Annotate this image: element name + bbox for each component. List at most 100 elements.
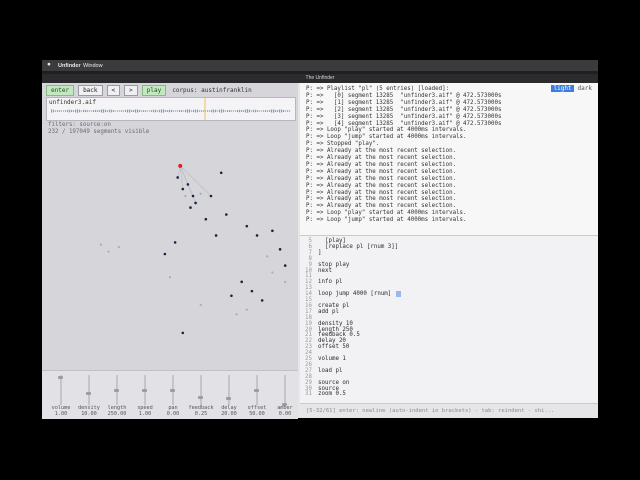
segment-point[interactable] [230, 294, 233, 298]
waveform-view[interactable]: unfinder3.aif [46, 97, 296, 121]
slider-knob[interactable] [170, 389, 175, 392]
segment-point[interactable] [184, 194, 187, 198]
slider-length[interactable]: length 250.00 [104, 373, 130, 417]
waveform-bar [267, 110, 269, 112]
code-line[interactable]: load pl [318, 368, 342, 374]
code-line[interactable]: offset 50 [318, 344, 349, 350]
segment-point[interactable] [163, 252, 167, 256]
play-button[interactable]: play [141, 84, 167, 96]
code-line[interactable]: info pl [318, 279, 342, 285]
prev-button[interactable]: < [106, 84, 121, 96]
slider-knob[interactable] [198, 396, 203, 399]
segment-point[interactable] [194, 201, 197, 205]
slider-track[interactable] [88, 375, 90, 405]
slider-track[interactable] [284, 375, 286, 405]
waveform-bar [173, 110, 175, 112]
slider-value: 250.00 [107, 410, 127, 417]
code-line[interactable]: ] [318, 250, 322, 256]
waveform-bar [207, 110, 209, 112]
waveform-bar [51, 109, 53, 113]
segment-point[interactable] [204, 217, 208, 221]
segment-point[interactable] [117, 245, 120, 249]
menu-window[interactable]: Window [83, 63, 103, 69]
segment-point[interactable] [260, 299, 264, 302]
segment-point[interactable] [240, 280, 243, 284]
segment-point[interactable] [245, 224, 249, 228]
waveform-bar [227, 110, 229, 112]
dark-theme-button[interactable]: dark [576, 85, 594, 92]
segment-point[interactable] [199, 192, 202, 195]
slider-feedback[interactable]: feedback 0.25 [188, 373, 214, 417]
segment-point[interactable] [173, 241, 177, 244]
log-line: P: => Loop "play" started at 4000ms inte… [306, 210, 467, 217]
segment-point[interactable] [271, 271, 274, 274]
slider-track[interactable] [60, 375, 62, 405]
segment-point[interactable] [255, 234, 259, 237]
segment-point[interactable] [181, 331, 185, 335]
slider-label: amber 0.00 [272, 405, 298, 417]
segment-point[interactable] [186, 183, 190, 186]
code-line[interactable]: [replace pl [rnum 3]] [318, 244, 398, 250]
segment-point[interactable] [283, 264, 287, 267]
segment-point[interactable] [266, 255, 269, 258]
segment-point[interactable] [250, 289, 254, 293]
code-line[interactable]: zoom 0.5 [318, 391, 346, 397]
segment-point[interactable] [176, 176, 179, 179]
waveform-bar [127, 109, 129, 113]
segment-point[interactable] [214, 234, 218, 237]
segment-point[interactable] [278, 248, 282, 251]
segment-point[interactable] [181, 187, 185, 191]
enter-button[interactable]: enter [46, 84, 75, 96]
waveform-bar [231, 110, 233, 112]
apple-icon[interactable]: ● [47, 61, 51, 68]
slider-knob[interactable] [226, 397, 231, 401]
waveform-bar [73, 110, 75, 112]
waveform-bar [221, 109, 223, 113]
slider-knob[interactable] [142, 389, 147, 392]
slider-delay[interactable]: delay 20.00 [216, 373, 242, 417]
slider-knob[interactable] [114, 389, 119, 392]
line-number: 31 [305, 391, 312, 398]
slider-knob[interactable] [58, 376, 63, 380]
back-button[interactable]: back [78, 84, 103, 96]
code-line[interactable]: next [318, 268, 332, 274]
slider-density[interactable]: density 10.00 [76, 373, 102, 417]
slider-offset[interactable]: offset 50.00 [244, 373, 270, 417]
waveform-bar [109, 109, 111, 113]
waveform-bar [123, 110, 125, 112]
code-line[interactable]: add pl [318, 309, 339, 315]
waveform-bar [283, 109, 285, 113]
segment-point[interactable] [271, 229, 274, 233]
code-line[interactable]: loop jump 4000 [rnum] [318, 291, 391, 297]
waveform-bar [77, 109, 79, 113]
code-line[interactable]: volume 1 [318, 356, 346, 362]
segment-point[interactable] [199, 303, 202, 307]
slider-label: density 10.00 [76, 405, 102, 417]
selected-segment-point[interactable] [178, 163, 183, 168]
next-button[interactable]: > [124, 84, 138, 96]
light-theme-button[interactable]: light [551, 85, 574, 92]
segment-point[interactable] [219, 171, 223, 175]
slider-track[interactable] [200, 375, 202, 405]
slider-speed[interactable]: speed 1.00 [132, 373, 158, 417]
slider-track[interactable] [228, 375, 230, 405]
slider-volume[interactable]: volume 1.00 [48, 373, 74, 417]
segment-point[interactable] [284, 280, 287, 283]
segment-point[interactable] [225, 213, 228, 216]
segment-point[interactable] [99, 243, 102, 246]
segment-point[interactable] [168, 276, 172, 279]
segment-point[interactable] [189, 206, 192, 209]
slider-knob[interactable] [254, 389, 259, 392]
segment-point[interactable] [245, 308, 248, 311]
segment-point[interactable] [235, 313, 238, 316]
segment-point[interactable] [107, 250, 110, 253]
slider-knob[interactable] [86, 391, 91, 395]
menu-app[interactable]: Unfinder [58, 63, 81, 69]
segment-point[interactable] [209, 194, 213, 198]
code-editor[interactable]: 5 [play] 6 [replace pl [rnum 3]] 7] 8 9 stop … [300, 235, 598, 404]
slider-pan[interactable]: pan 0.00 [160, 373, 186, 417]
waveform-bar [65, 110, 67, 112]
segment-scatter-plot[interactable] [42, 138, 298, 370]
segment-point[interactable] [191, 194, 195, 198]
slider-amber[interactable]: amber 0.00 [272, 373, 298, 417]
